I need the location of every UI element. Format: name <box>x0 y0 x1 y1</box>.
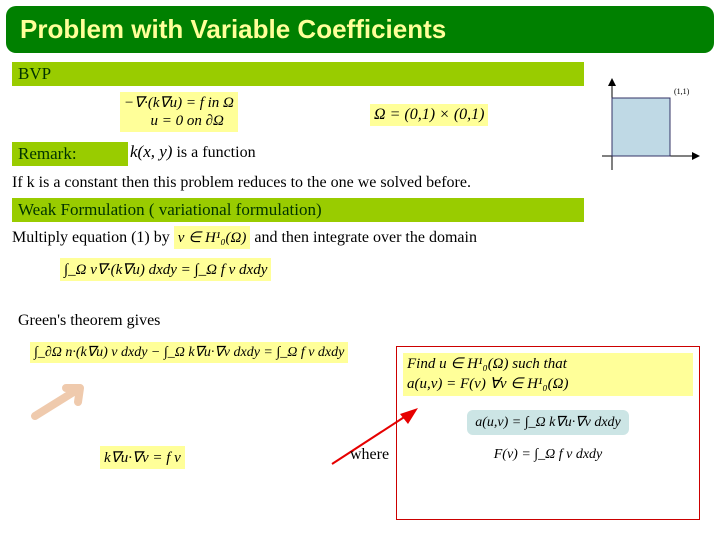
corner-label: (1,1) <box>674 87 690 96</box>
equation-pde-line2: u = 0 on ∂Ω <box>124 112 234 130</box>
equation-green: ∫_∂Ω n·(k∇u) v dxdy − ∫_Ω k∇u·∇v dxdy = … <box>30 342 348 363</box>
section-remark: Remark: <box>12 142 128 166</box>
find-line1: Find u ∈ H¹₀(Ω) such that <box>407 355 689 375</box>
equation-pde: −∇·(k∇u) = f in Ω u = 0 on ∂Ω <box>120 92 238 132</box>
multiply-post: and then integrate over the domain <box>254 229 477 246</box>
equation-weak-integral: ∫_Ω v∇·(k∇u) dxdy = ∫_Ω f v dxdy <box>60 258 271 281</box>
where-label: where <box>350 446 389 464</box>
reduce-note: If k is a constant then this problem red… <box>12 174 471 192</box>
k-xy: k(x, y) <box>130 142 172 161</box>
section-bvp: BVP <box>12 62 584 86</box>
green-label: Green's theorem gives <box>18 312 160 330</box>
test-function: v ∈ H¹₀(Ω) <box>174 226 251 249</box>
multiply-pre: Multiply equation (1) by <box>12 229 174 246</box>
equation-auv: a(u,v) = ∫_Ω k∇u·∇v dxdy <box>467 410 629 435</box>
find-box: Find u ∈ H¹₀(Ω) such that a(u,v) = F(v) … <box>396 346 700 520</box>
equation-pde-line1: −∇·(k∇u) = f in Ω <box>124 94 234 112</box>
slide-title: Problem with Variable Coefficients <box>6 6 714 53</box>
find-line2: a(u,v) = F(v) ∀v ∈ H¹₀(Ω) <box>407 375 689 395</box>
equation-final: k∇u·∇v = f v <box>100 446 185 469</box>
is-function-text: is a function <box>176 144 255 161</box>
arrow-peach-icon <box>30 376 100 426</box>
equation-Fv: F(v) = ∫_Ω f v dxdy <box>494 447 603 462</box>
section-weak: Weak Formulation ( variational formulati… <box>12 198 584 222</box>
domain-diagram: (1,1) <box>592 76 702 176</box>
equation-domain: Ω = (0,1) × (0,1) <box>370 104 488 126</box>
